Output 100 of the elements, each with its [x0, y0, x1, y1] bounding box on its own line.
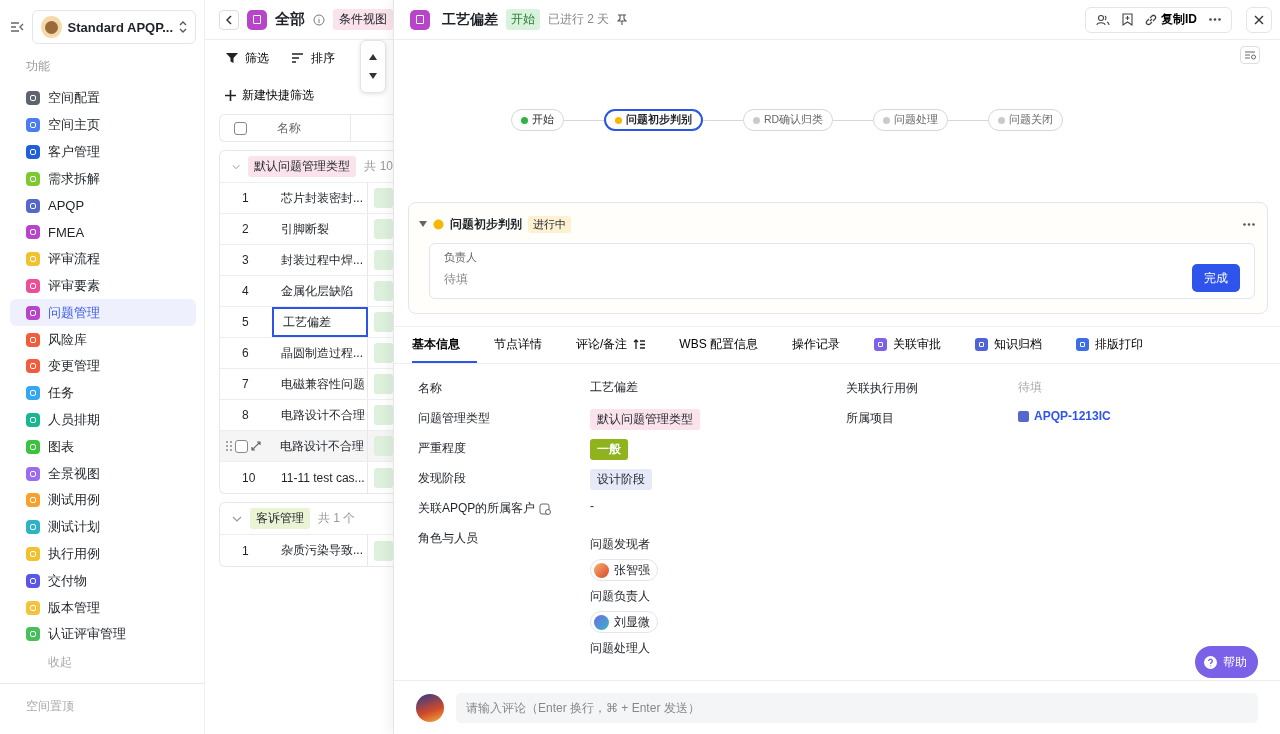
avatar-icon: [594, 614, 609, 630]
avatar-icon: [416, 693, 444, 722]
caret-icon[interactable]: [419, 221, 427, 227]
sidebar-item[interactable]: FMEA: [10, 219, 196, 246]
tab[interactable]: 操作记录: [792, 327, 857, 363]
table-cell[interactable]: 工艺偏差: [272, 307, 368, 337]
layout-button[interactable]: [1240, 46, 1260, 64]
status-dot-icon: [433, 218, 444, 230]
tab[interactable]: 排版打印: [1076, 327, 1160, 363]
group-tag: 客诉管理: [250, 508, 310, 529]
elapsed-time: 已进行 2 天: [548, 11, 610, 28]
sidebar-item[interactable]: APQP: [10, 192, 196, 219]
field-label: 发现阶段: [418, 470, 467, 487]
info-icon: [313, 13, 325, 26]
status-tag: [373, 250, 393, 270]
tab[interactable]: 基本信息: [412, 327, 477, 363]
sidebar-item[interactable]: 测试用例: [10, 486, 196, 514]
sidebar-toggle-icon[interactable]: [10, 21, 24, 33]
sidebar-item[interactable]: 全景视图: [10, 460, 196, 487]
table-row[interactable]: 电路设计不合理: [220, 431, 393, 462]
table-cell[interactable]: 11-11 test cas...: [272, 462, 368, 493]
tab[interactable]: 节点详情: [494, 327, 559, 363]
field-label: 严重程度: [418, 440, 467, 457]
view-tag: 条件视图: [333, 9, 393, 30]
tab[interactable]: WBS 配置信息: [679, 327, 775, 363]
row-number: 8: [241, 408, 250, 422]
stage-node[interactable]: 问题关闭: [988, 109, 1064, 131]
stage-node[interactable]: 问题初步判别: [603, 109, 703, 131]
group-tag: 默认问题管理类型: [248, 156, 357, 177]
back-button[interactable]: [219, 9, 239, 30]
section-label: 空间置顶: [25, 697, 75, 715]
tab[interactable]: 关联审批: [874, 327, 958, 363]
sidebar-item[interactable]: 变更管理: [10, 352, 196, 380]
sidebar-item[interactable]: 任务: [10, 379, 196, 407]
expand-icon[interactable]: [251, 441, 261, 451]
project-link[interactable]: APQP-1213IC: [1018, 409, 1111, 423]
section-label: 功能: [25, 58, 51, 75]
sidebar-item[interactable]: 空间主页: [10, 111, 196, 139]
status-tag: 进行中: [528, 215, 571, 233]
row-number: 7: [241, 377, 250, 391]
filter-button[interactable]: 筛选: [225, 49, 269, 67]
table-cell[interactable]: 芯片封装密封...: [272, 183, 368, 213]
table-cell[interactable]: 封装过程中焊...: [272, 245, 368, 275]
checkbox[interactable]: [234, 121, 247, 135]
chevron-down-icon[interactable]: [232, 515, 242, 522]
field-value: -: [590, 499, 594, 513]
table-cell[interactable]: 杂质污染导致...: [272, 535, 368, 566]
arrow-up-icon[interactable]: [369, 53, 377, 60]
space-selector[interactable]: Standard APQP...: [32, 10, 196, 44]
sidebar-item[interactable]: 客户管理: [10, 138, 196, 166]
stage-node[interactable]: RD确认归类: [742, 109, 834, 131]
table-cell[interactable]: 电路设计不合理: [270, 431, 368, 461]
new-filter-button[interactable]: 新建快捷筛选: [205, 76, 393, 114]
field-label: 关联执行用例: [846, 380, 919, 397]
sidebar-item[interactable]: 空间配置: [10, 85, 196, 112]
stage-node[interactable]: 开始: [510, 109, 564, 131]
sidebar-item[interactable]: 测试计划: [10, 513, 196, 541]
arrow-down-icon[interactable]: [369, 73, 377, 80]
assignee-field[interactable]: 待填: [444, 271, 477, 288]
row-number: 1: [241, 543, 250, 558]
tab[interactable]: 知识归档: [975, 327, 1059, 363]
tab[interactable]: 评论/备注: [576, 327, 663, 363]
pin-icon[interactable]: [617, 14, 628, 25]
sidebar-item[interactable]: 交付物: [10, 567, 196, 595]
table-cell[interactable]: 电路设计不合理: [272, 400, 368, 430]
close-button[interactable]: [1246, 6, 1272, 33]
drag-handle-icon[interactable]: [226, 441, 232, 451]
sidebar-item[interactable]: 评审流程: [10, 245, 196, 273]
table-cell[interactable]: 引脚断裂: [272, 214, 368, 244]
scroll-stepper[interactable]: [360, 40, 386, 93]
comment-field[interactable]: 请输入评论（Enter 换行，⌘ + Enter 发送）: [456, 692, 1258, 723]
plus-icon: [225, 89, 236, 101]
sidebar-item[interactable]: 人员排期: [10, 406, 196, 434]
more-icon[interactable]: [1243, 222, 1255, 226]
sidebar-item[interactable]: 图表: [10, 433, 196, 461]
stage-node[interactable]: 问题处理: [873, 109, 949, 131]
table-cell[interactable]: 晶圆制造过程...: [272, 338, 368, 368]
sidebar-item[interactable]: 认证评审管理: [10, 620, 196, 648]
sidebar-item[interactable]: 版本管理: [10, 594, 196, 621]
sort-button[interactable]: 排序: [291, 49, 335, 67]
complete-button[interactable]: 完成: [1192, 264, 1240, 292]
sidebar-item[interactable]: 执行用例: [10, 540, 196, 568]
status-tag: [373, 374, 393, 394]
row-number: 1: [241, 191, 250, 205]
copy-id-button[interactable]: 复制ID: [1139, 6, 1203, 33]
view-title: 全部: [275, 10, 305, 29]
more-icon: [1209, 18, 1221, 21]
sidebar-item[interactable]: 需求拆解: [10, 165, 196, 193]
row-number: 2: [241, 222, 250, 236]
sidebar-item[interactable]: 评审要素: [10, 272, 196, 300]
group-count: 共 10: [364, 158, 393, 175]
table-cell[interactable]: 电磁兼容性问题: [272, 369, 368, 399]
table-cell[interactable]: 金属化层缺陷: [272, 276, 368, 306]
archive-icon: [975, 337, 988, 351]
sidebar-item[interactable]: 风险库: [10, 326, 196, 353]
checkbox[interactable]: [235, 439, 248, 453]
status-tag: [373, 312, 393, 332]
help-button[interactable]: 帮助: [1195, 646, 1258, 678]
sidebar-item[interactable]: 问题管理: [10, 299, 196, 327]
status-tag: [373, 405, 393, 425]
